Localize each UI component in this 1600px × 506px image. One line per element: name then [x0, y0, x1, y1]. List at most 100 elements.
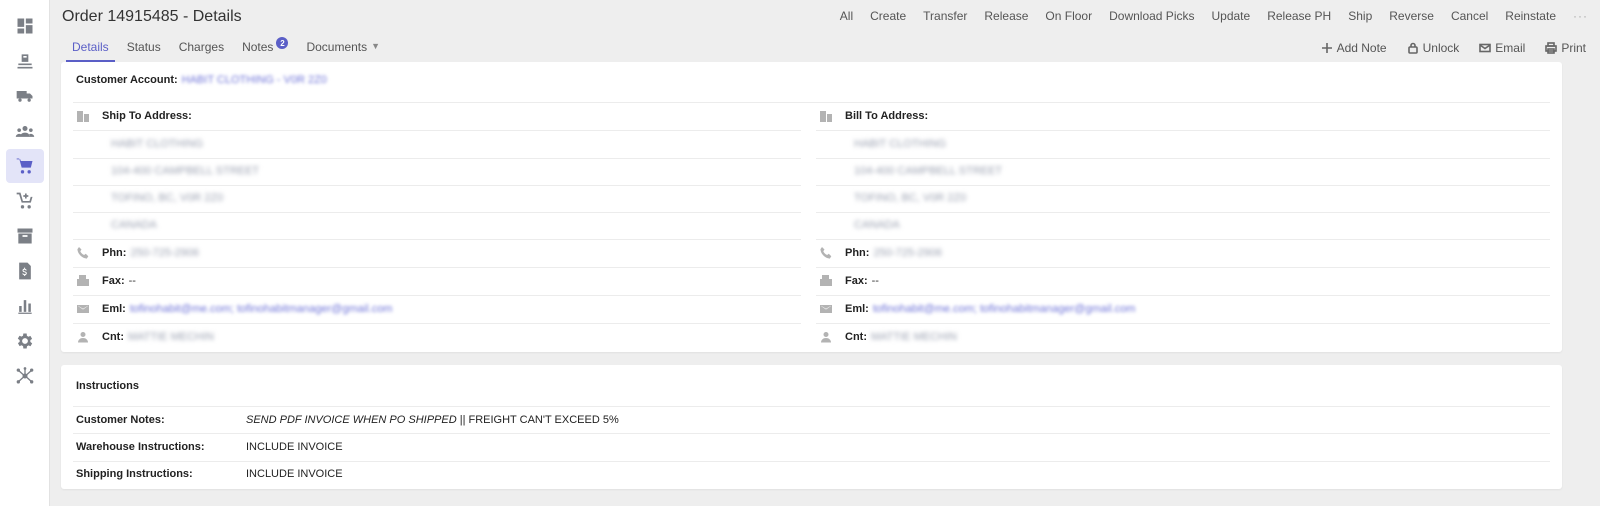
address-line: 104-400 CAMPBELL STREET: [111, 165, 260, 177]
tab-label: Notes: [242, 40, 274, 54]
bar-chart-icon[interactable]: [6, 289, 44, 323]
ship-to-email: Eml: tofinohabit@me.com; tofinohabitmana…: [76, 302, 392, 316]
add-note-button[interactable]: Add Note: [1321, 41, 1387, 55]
customer-notes-italic: SEND PDF INVOICE WHEN PO SHIPPED: [246, 414, 457, 426]
action-release[interactable]: Release: [984, 9, 1028, 23]
gear-icon[interactable]: [6, 324, 44, 358]
sidebar: [0, 0, 50, 506]
email-value[interactable]: tofinohabit@me.com; tofinohabitmanager@g…: [873, 303, 1136, 315]
fax-icon: [819, 274, 833, 288]
instructions-card: Instructions Customer Notes: SEND PDF IN…: [61, 365, 1562, 489]
action-download-picks[interactable]: Download Picks: [1109, 9, 1194, 23]
print-button[interactable]: Print: [1545, 41, 1586, 55]
customer-account-label: Customer Account:: [76, 74, 178, 86]
action-ship[interactable]: Ship: [1348, 9, 1372, 23]
divider: [816, 323, 1550, 324]
chevron-down-icon: ▼: [371, 41, 381, 51]
shipping-instructions-label: Shipping Instructions:: [76, 468, 193, 480]
email-label: Eml:: [102, 303, 126, 315]
tab-details[interactable]: Details: [66, 38, 115, 62]
tab-charges[interactable]: Charges: [173, 38, 230, 62]
tab-status[interactable]: Status: [121, 38, 167, 62]
address-line: TOFINO, BC, V0R 2Z0: [854, 192, 967, 204]
divider: [73, 185, 801, 186]
divider: [73, 212, 801, 213]
more-actions-icon[interactable]: ···: [1573, 9, 1588, 23]
warehouse-instructions-label: Warehouse Instructions:: [76, 441, 205, 453]
bill-to-phone: Phn: 250-725-2906: [819, 246, 942, 260]
divider: [73, 267, 801, 268]
action-update[interactable]: Update: [1211, 9, 1250, 23]
action-cancel[interactable]: Cancel: [1451, 9, 1488, 23]
shipping-instructions-value: INCLUDE INVOICE: [246, 468, 343, 480]
ship-to-line-3: TOFINO, BC, V0R 2Z0: [111, 192, 223, 204]
print-label: Print: [1561, 41, 1586, 55]
divider: [73, 239, 801, 240]
instructions-title: Instructions: [76, 380, 139, 392]
cart-plus-icon[interactable]: [6, 184, 44, 218]
address-line: CANADA: [854, 219, 900, 231]
address-card: Customer Account: HABIT CLOTHING - V0R 2…: [61, 62, 1562, 352]
address-line: CANADA: [111, 219, 157, 231]
bill-to-line-2: 104-400 CAMPBELL STREET: [854, 165, 1002, 177]
dashboard-icon[interactable]: [6, 9, 44, 43]
fax-label: Fax:: [845, 275, 868, 287]
cart-icon[interactable]: [6, 149, 44, 183]
phone-value: 250-725-2906: [130, 247, 199, 259]
address-line: 104-400 CAMPBELL STREET: [854, 165, 1003, 177]
ship-to-phone: Phn: 250-725-2906: [76, 246, 199, 260]
plus-icon: [1321, 43, 1332, 53]
divider: [816, 267, 1550, 268]
action-on-floor[interactable]: On Floor: [1045, 9, 1092, 23]
ship-to-line-4: CANADA: [111, 219, 157, 231]
action-reverse[interactable]: Reverse: [1389, 9, 1434, 23]
divider: [816, 295, 1550, 296]
customer-notes-rest: || FREIGHT CAN'T EXCEED 5%: [456, 414, 619, 426]
person-icon: [819, 330, 833, 344]
users-icon[interactable]: [6, 114, 44, 148]
action-reinstate[interactable]: Reinstate: [1505, 9, 1556, 23]
divider: [73, 323, 801, 324]
email-button[interactable]: Email: [1479, 41, 1525, 55]
ship-to-label: Ship To Address:: [102, 110, 192, 122]
action-release-ph[interactable]: Release PH: [1267, 9, 1331, 23]
building-icon: [76, 109, 90, 123]
action-all[interactable]: All: [840, 9, 853, 23]
warehouse-instructions-value: INCLUDE INVOICE: [246, 441, 343, 453]
invoice-icon[interactable]: [6, 254, 44, 288]
unlock-button[interactable]: Unlock: [1407, 41, 1460, 55]
envelope-icon: [1479, 43, 1492, 53]
customer-account-value[interactable]: HABIT CLOTHING - V0R 2Z0: [182, 74, 327, 86]
tab-label: Details: [72, 40, 109, 54]
network-icon[interactable]: [6, 359, 44, 393]
divider: [816, 130, 1550, 131]
divider: [816, 212, 1550, 213]
customer-account: Customer Account: HABIT CLOTHING - V0R 2…: [76, 74, 327, 86]
tab-bar: Details Status Charges Notes 2 Documents…: [66, 37, 392, 62]
divider: [73, 158, 801, 159]
action-create[interactable]: Create: [870, 9, 906, 23]
tab-label: Documents: [306, 40, 368, 54]
bill-to-fax: Fax: --: [819, 274, 879, 288]
email-label: Email: [1495, 41, 1526, 55]
divider: [73, 102, 1550, 103]
divider: [73, 406, 1550, 407]
tab-label: Status: [126, 40, 161, 54]
tab-notes[interactable]: Notes 2: [236, 37, 294, 62]
tab-label: Charges: [178, 40, 225, 54]
ship-to-line-2: 104-400 CAMPBELL STREET: [111, 165, 259, 177]
email-value[interactable]: tofinohabit@me.com; tofinohabitmanager@g…: [130, 303, 393, 315]
divider: [73, 130, 801, 131]
divider: [73, 295, 801, 296]
contact-value: MATTIE MECHIN: [128, 331, 214, 343]
unlock-label: Unlock: [1422, 41, 1460, 55]
page-title: Order 14915485 - Details: [62, 8, 242, 25]
customer-notes-value: SEND PDF INVOICE WHEN PO SHIPPED || FREI…: [246, 414, 619, 426]
tab-documents[interactable]: Documents ▼: [300, 38, 386, 62]
archive-icon[interactable]: [6, 219, 44, 253]
ship-to-line-1: HABIT CLOTHING: [111, 138, 203, 150]
truck-icon[interactable]: [6, 79, 44, 113]
email-label: Eml:: [845, 303, 869, 315]
inbound-icon[interactable]: [6, 44, 44, 78]
action-transfer[interactable]: Transfer: [923, 9, 967, 23]
